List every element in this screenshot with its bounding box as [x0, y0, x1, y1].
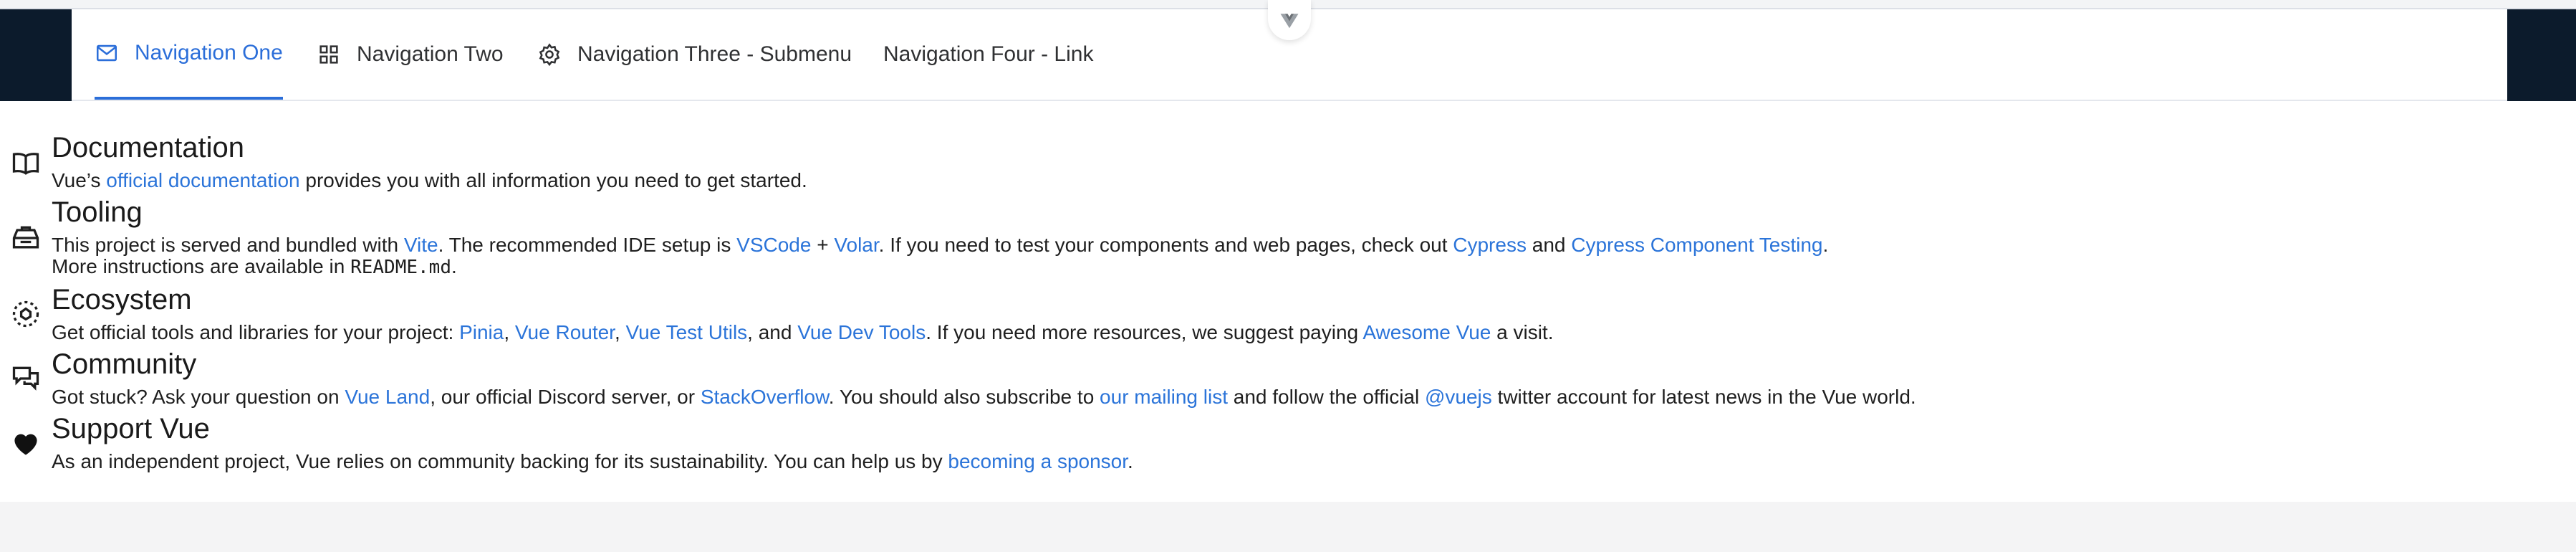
- text-fragment: , our official Discord server, or: [430, 386, 701, 408]
- toolbox-icon: [10, 222, 42, 254]
- text-fragment: . You should also subscribe to: [828, 386, 1100, 408]
- section-description: Got stuck? Ask your question on Vue Land…: [52, 386, 1916, 409]
- vue-dev-tools-link[interactable]: Vue Dev Tools: [797, 321, 926, 343]
- heart-icon: [10, 427, 42, 459]
- vue-router-link[interactable]: Vue Router: [515, 321, 615, 343]
- text-fragment: and: [1526, 234, 1572, 256]
- text-fragment: Got stuck? Ask your question on: [52, 386, 345, 408]
- official-documentation-link[interactable]: official documentation: [106, 169, 299, 191]
- pinia-link[interactable]: Pinia: [459, 321, 504, 343]
- text-fragment: provides you with all information you ne…: [299, 169, 807, 191]
- left-dark-panel: [0, 9, 72, 101]
- vue-test-utils-link[interactable]: Vue Test Utils: [626, 321, 748, 343]
- section-title: Documentation: [52, 132, 245, 163]
- right-dark-panel: [2507, 9, 2576, 101]
- vue-logo-icon: [1280, 14, 1299, 29]
- section-tooling: Tooling This project is served and bundl…: [0, 192, 2292, 278]
- section-description-line2: More instructions are available in READM…: [52, 255, 457, 279]
- vscode-link[interactable]: VSCode: [736, 234, 811, 256]
- text-fragment: More instructions are available in: [52, 255, 351, 277]
- mailing-list-link[interactable]: our mailing list: [1100, 386, 1228, 408]
- vuejs-twitter-link[interactable]: @vuejs: [1425, 386, 1492, 408]
- text-fragment: . If you need to test your components an…: [878, 234, 1453, 256]
- menu-item-label: Navigation Two: [357, 42, 504, 66]
- becoming-a-sponsor-link[interactable]: becoming a sponsor: [948, 450, 1128, 472]
- section-description: This project is served and bundled with …: [52, 234, 1828, 257]
- section-documentation: Documentation Vue’s official documentati…: [0, 128, 2292, 192]
- book-icon: [10, 148, 42, 179]
- vite-link[interactable]: Vite: [404, 234, 438, 256]
- section-support-vue: Support Vue As an independent project, V…: [0, 409, 2292, 480]
- mail-icon: [95, 41, 119, 65]
- vue-land-link[interactable]: Vue Land: [345, 386, 430, 408]
- section-description: Get official tools and libraries for you…: [52, 321, 1554, 344]
- text-fragment: Get official tools and libraries for you…: [52, 321, 460, 343]
- text-fragment: and follow the official: [1228, 386, 1425, 408]
- menu-item-label: Navigation Three - Submenu: [577, 42, 852, 66]
- text-fragment: .: [1822, 234, 1829, 256]
- section-ecosystem: Ecosystem Get official tools and librari…: [0, 280, 2292, 344]
- menu-item-label: Navigation Four - Link: [883, 42, 1094, 66]
- awesome-vue-link[interactable]: Awesome Vue: [1363, 321, 1491, 343]
- section-title: Ecosystem: [52, 284, 192, 315]
- section-description: As an independent project, Vue relies on…: [52, 450, 1133, 473]
- ecosystem-icon: [10, 298, 42, 330]
- menu-item-navigation-one[interactable]: Navigation One: [95, 9, 283, 100]
- text-fragment: ,: [504, 321, 515, 343]
- text-fragment: As an independent project, Vue relies on…: [52, 450, 948, 472]
- text-fragment: . The recommended IDE setup is: [438, 234, 737, 256]
- text-fragment: .: [1128, 450, 1133, 472]
- text-fragment: a visit.: [1491, 321, 1554, 343]
- menu-item-navigation-two[interactable]: Navigation Two: [317, 9, 504, 100]
- menu-item-label: Navigation One: [135, 41, 283, 65]
- readme-code: README.md: [350, 257, 451, 278]
- text-fragment: , and: [747, 321, 798, 343]
- text-fragment: +: [811, 234, 835, 256]
- text-fragment: Vue’s: [52, 169, 107, 191]
- text-fragment: This project is served and bundled with: [52, 234, 404, 256]
- chat-icon: [10, 363, 42, 394]
- section-title: Community: [52, 348, 197, 380]
- text-fragment: .: [451, 255, 457, 277]
- section-title: Tooling: [52, 196, 143, 228]
- cypress-component-testing-link[interactable]: Cypress Component Testing: [1571, 234, 1822, 256]
- section-description: Vue’s official documentation provides yo…: [52, 169, 807, 192]
- gear-icon: [537, 42, 562, 67]
- text-fragment: . If you need more resources, we suggest…: [926, 321, 1363, 343]
- volar-link[interactable]: Volar: [834, 234, 878, 256]
- cypress-link[interactable]: Cypress: [1453, 234, 1527, 256]
- menu-item-navigation-three-submenu[interactable]: Navigation Three - Submenu: [537, 9, 852, 100]
- section-community: Community Got stuck? Ask your question o…: [0, 344, 2292, 409]
- grid-icon: [317, 42, 341, 67]
- text-fragment: ,: [614, 321, 626, 343]
- section-title: Support Vue: [52, 413, 210, 444]
- text-fragment: twitter account for latest news in the V…: [1491, 386, 1916, 408]
- page: Navigation One Navigation Two Navigation…: [0, 0, 2576, 502]
- menu-item-navigation-four-link[interactable]: Navigation Four - Link: [883, 9, 1093, 100]
- stackoverflow-link[interactable]: StackOverflow: [701, 386, 829, 408]
